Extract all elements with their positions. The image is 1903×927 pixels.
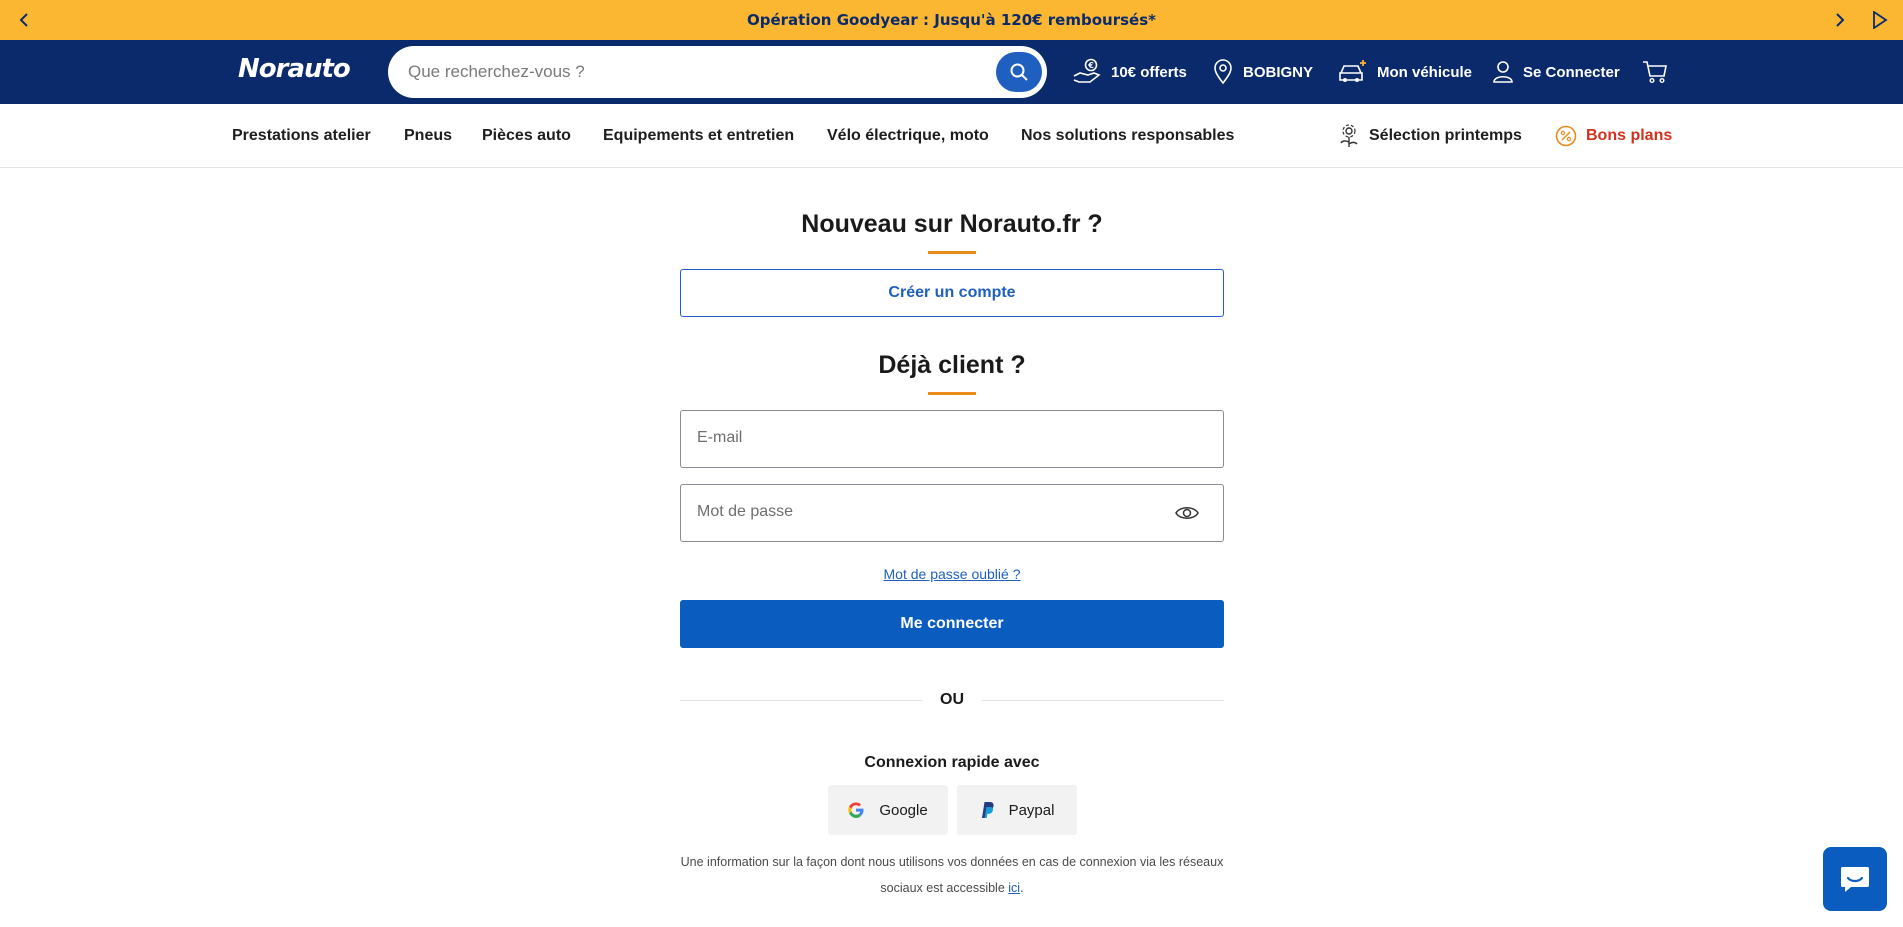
forgot-password-link[interactable]: Mot de passe oublié ? bbox=[680, 566, 1224, 582]
play-icon bbox=[1873, 11, 1888, 29]
hand-coin-icon: € bbox=[1073, 58, 1101, 83]
info-end: . bbox=[1020, 881, 1024, 895]
google-icon bbox=[848, 802, 864, 818]
social-login-group: Google Paypal bbox=[680, 785, 1224, 835]
store-label: BOBIGNY bbox=[1243, 63, 1314, 81]
location-pin-icon bbox=[1214, 59, 1232, 85]
or-label: OU bbox=[940, 691, 964, 708]
cart-icon bbox=[1643, 61, 1667, 84]
svg-text:€: € bbox=[1087, 61, 1094, 70]
vehicle-link[interactable]: Mon véhicule bbox=[1338, 40, 1472, 104]
nav-item-velo-moto[interactable]: Vélo électrique, moto bbox=[827, 104, 989, 168]
promo-bar: Opération Goodyear : Jusqu'à 120€ rembou… bbox=[0, 0, 1903, 40]
quick-login-title: Connexion rapide avec bbox=[864, 754, 1040, 771]
paypal-icon bbox=[981, 802, 994, 818]
nav-item-spring[interactable]: Sélection printemps bbox=[1338, 104, 1522, 168]
main-nav: Prestations atelier Pneus Pièces auto Eq… bbox=[0, 104, 1903, 168]
password-field bbox=[680, 484, 1224, 542]
deals-label: Bons plans bbox=[1586, 127, 1673, 144]
spring-label: Sélection printemps bbox=[1369, 127, 1522, 144]
password-input[interactable] bbox=[697, 503, 1147, 521]
search-icon bbox=[1010, 63, 1028, 81]
email-field bbox=[680, 410, 1224, 468]
nav-item-deals[interactable]: Bons plans bbox=[1555, 104, 1672, 168]
flower-icon bbox=[1340, 124, 1358, 147]
login-label: Se Connecter bbox=[1523, 63, 1620, 81]
offer-link[interactable]: € 10€ offerts bbox=[1072, 40, 1187, 104]
login-panel: Nouveau sur Norauto.fr ? Créer un compte… bbox=[680, 168, 1224, 901]
user-icon bbox=[1493, 61, 1513, 83]
create-account-button[interactable]: Créer un compte bbox=[680, 269, 1224, 317]
nav-item-equipements[interactable]: Equipements et entretien bbox=[603, 104, 794, 168]
login-submit-button[interactable]: Me connecter bbox=[680, 600, 1224, 648]
paypal-login-button[interactable]: Paypal bbox=[956, 785, 1077, 835]
nav-item-pieces-auto[interactable]: Pièces auto bbox=[482, 104, 571, 168]
main-header: Norauto € 10€ offerts BOBIGNY Mon véhicu… bbox=[0, 40, 1903, 104]
login-link[interactable]: Se Connecter bbox=[1492, 40, 1620, 104]
social-data-info: Une information sur la façon dont nous u… bbox=[680, 849, 1224, 901]
google-label: Google bbox=[879, 801, 928, 819]
promo-next-button[interactable] bbox=[1822, 0, 1858, 40]
or-divider: OU bbox=[680, 690, 1224, 710]
nav-item-solutions[interactable]: Nos solutions responsables bbox=[1021, 104, 1234, 168]
info-text: Une information sur la façon dont nous u… bbox=[680, 855, 1224, 895]
google-login-button[interactable]: Google bbox=[827, 785, 948, 835]
divider-line bbox=[680, 700, 923, 701]
vehicle-label: Mon véhicule bbox=[1377, 63, 1473, 81]
store-link[interactable]: BOBIGNY bbox=[1212, 40, 1313, 104]
info-link[interactable]: ici bbox=[1008, 881, 1020, 895]
chevron-left-icon bbox=[19, 13, 28, 27]
divider-line bbox=[981, 700, 1224, 701]
chat-button[interactable] bbox=[1823, 847, 1887, 911]
promo-text[interactable]: Opération Goodyear : Jusqu'à 120€ rembou… bbox=[747, 11, 1156, 29]
register-title: Nouveau sur Norauto.fr ? bbox=[801, 210, 1103, 238]
search-bar bbox=[388, 46, 1047, 98]
paypal-label: Paypal bbox=[1008, 801, 1055, 819]
car-plus-icon bbox=[1339, 60, 1366, 82]
norauto-logo[interactable]: Norauto bbox=[238, 54, 351, 84]
offer-label: 10€ offerts bbox=[1111, 63, 1187, 81]
chat-bubble-icon bbox=[1841, 867, 1869, 892]
email-input[interactable] bbox=[697, 429, 1147, 447]
show-password-toggle[interactable] bbox=[1175, 505, 1199, 525]
search-button[interactable] bbox=[996, 52, 1042, 92]
nav-item-prestations[interactable]: Prestations atelier bbox=[232, 104, 371, 168]
login-title: Déjà client ? bbox=[878, 351, 1026, 379]
chevron-right-icon bbox=[1836, 13, 1845, 27]
promo-play-button[interactable] bbox=[1862, 0, 1898, 40]
promo-prev-button[interactable] bbox=[6, 0, 42, 40]
eye-icon bbox=[1175, 507, 1199, 519]
search-input[interactable] bbox=[408, 62, 968, 82]
nav-item-pneus[interactable]: Pneus bbox=[404, 104, 452, 168]
percent-badge-icon bbox=[1555, 125, 1577, 147]
cart-button[interactable] bbox=[1642, 40, 1677, 104]
